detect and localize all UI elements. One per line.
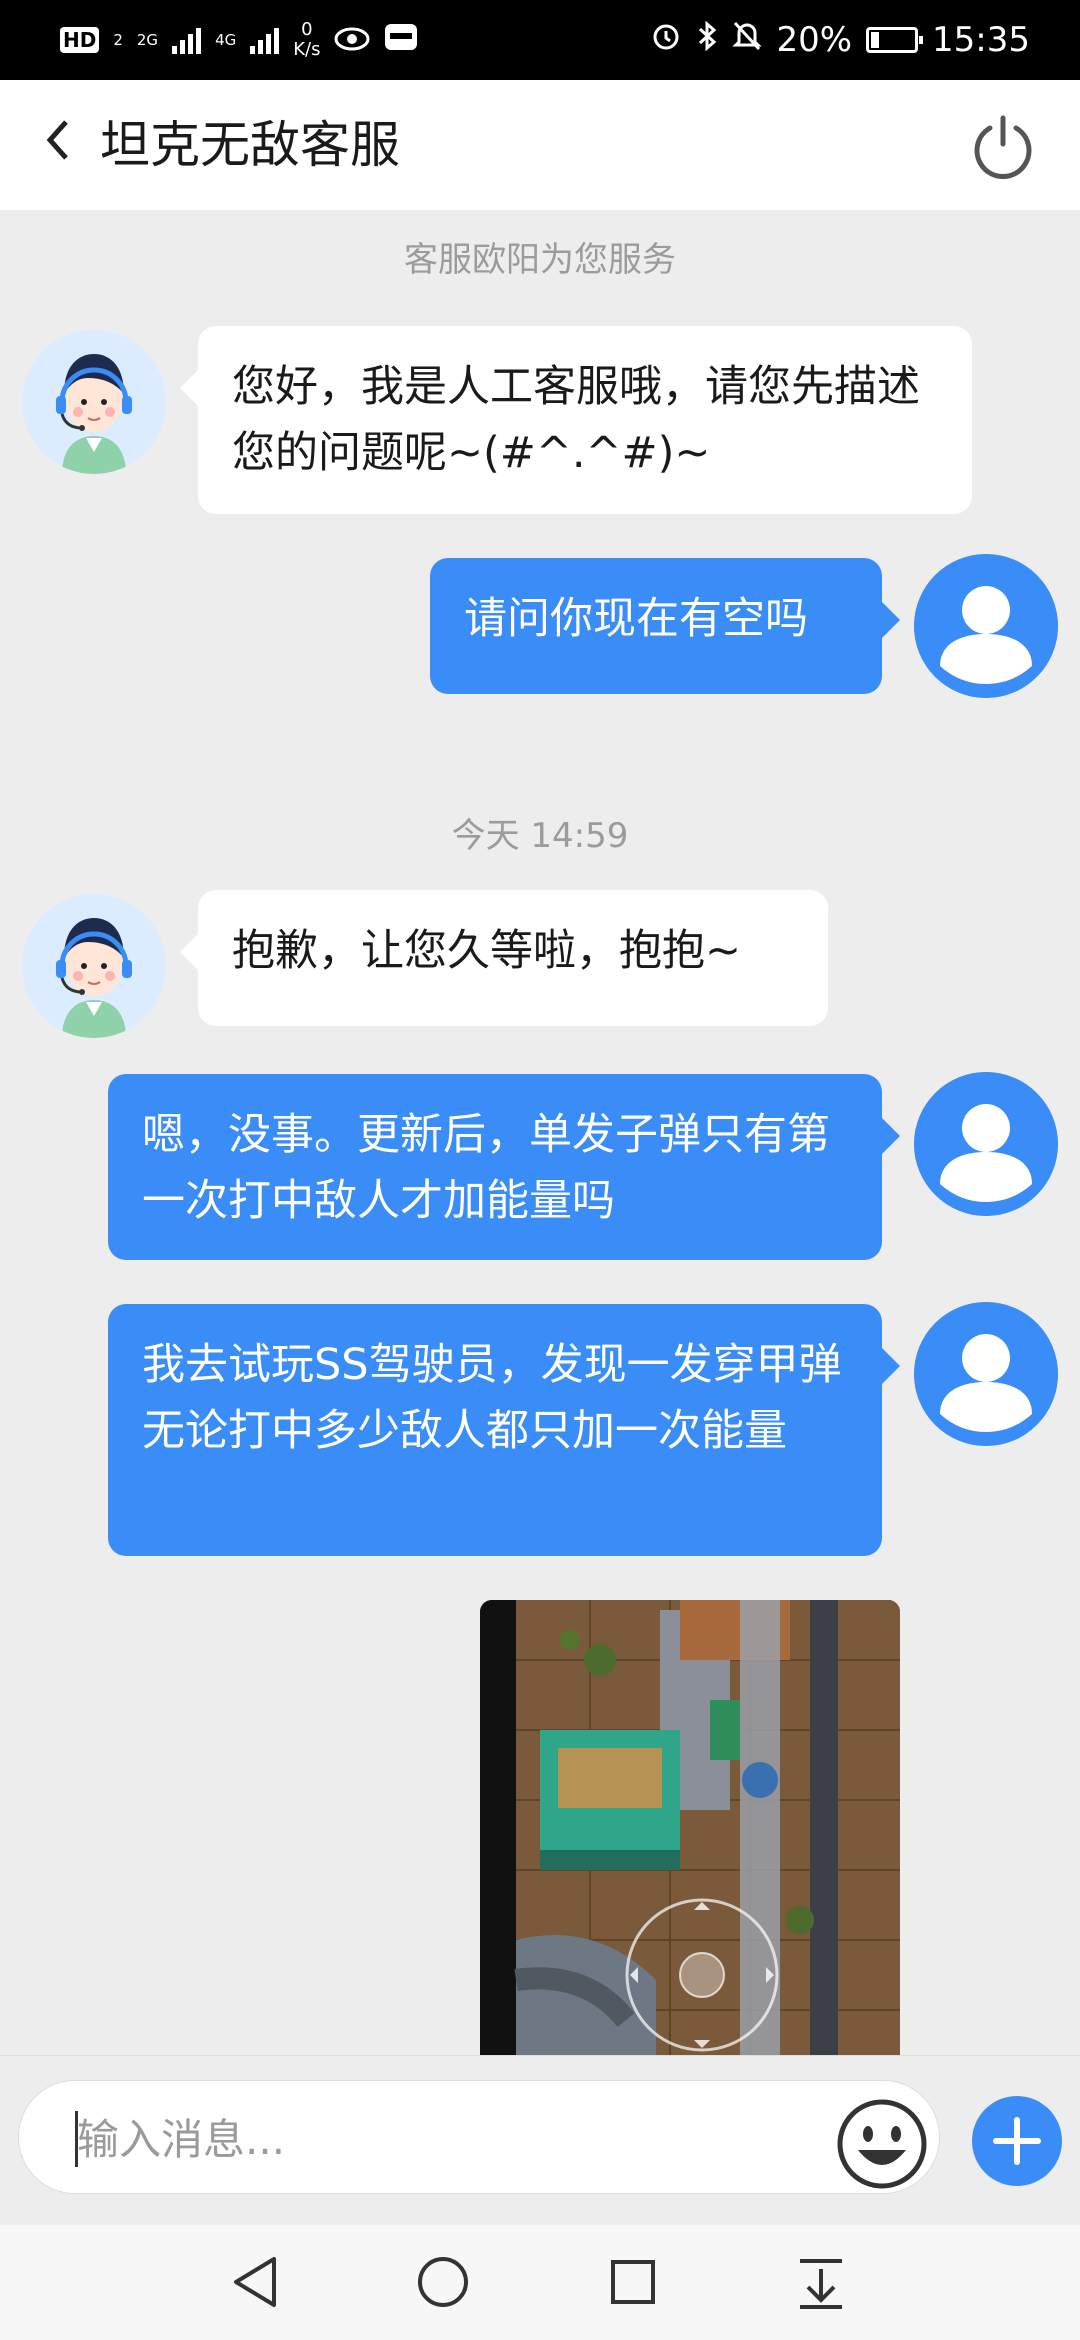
end-session-button[interactable] bbox=[968, 110, 1038, 180]
eye-icon bbox=[334, 21, 370, 59]
time-divider: 今天 14:59 bbox=[451, 816, 629, 856]
huawei-app-icon bbox=[384, 20, 418, 60]
net-speed-unit: K/s bbox=[293, 39, 321, 60]
mute-icon bbox=[732, 20, 763, 61]
user-avatar-icon bbox=[914, 1072, 1058, 1216]
user-avatar[interactable] bbox=[914, 1072, 1058, 1216]
message-bubble-user[interactable]: 嗯，没事。更新后，单发子弹只有第一次打中敌人才加能量吗 bbox=[108, 1074, 900, 1260]
net-speed: 0 K/s bbox=[293, 20, 320, 60]
alarm-icon bbox=[650, 20, 682, 61]
chat-header: 坦克无敌客服 bbox=[0, 80, 1080, 210]
agent-avatar[interactable] bbox=[22, 330, 166, 474]
triangle-back-icon bbox=[234, 2257, 276, 2307]
image-message[interactable] bbox=[480, 1600, 900, 2055]
emoji-button[interactable] bbox=[834, 2096, 930, 2192]
page-title: 坦克无敌客服 bbox=[100, 116, 400, 174]
user-avatar[interactable] bbox=[914, 1302, 1058, 1446]
user-avatar[interactable] bbox=[914, 554, 1058, 698]
signal-icon-2 bbox=[250, 26, 280, 54]
circle-home-icon bbox=[418, 2257, 468, 2307]
net-speed-value: 0 bbox=[301, 19, 313, 40]
clock: 15:35 bbox=[932, 20, 1030, 60]
bluetooth-icon bbox=[696, 20, 718, 61]
game-screenshot-image bbox=[480, 1600, 900, 2055]
agent-avatar[interactable] bbox=[22, 894, 166, 1038]
nav-home-button[interactable] bbox=[408, 2247, 478, 2317]
message-input-container[interactable] bbox=[18, 2080, 940, 2194]
hd-voice-icon: HD bbox=[60, 27, 100, 53]
nav-back-button[interactable] bbox=[222, 2247, 292, 2317]
power-icon bbox=[974, 115, 1032, 179]
battery-icon bbox=[866, 27, 924, 53]
nav-notification-button[interactable] bbox=[786, 2247, 856, 2317]
message-input[interactable] bbox=[75, 2101, 819, 2177]
chat-area[interactable]: 客服欧阳为您服务 您好，我是人工客服哦，请您先描述您的问题呢~(#^.^#)~ … bbox=[0, 210, 1080, 2055]
plus-icon bbox=[993, 2117, 1041, 2165]
back-button[interactable] bbox=[38, 110, 88, 180]
add-attachment-button[interactable] bbox=[972, 2096, 1062, 2186]
system-nav-bar bbox=[0, 2225, 1080, 2340]
message-bubble-agent[interactable]: 您好，我是人工客服哦，请您先描述您的问题呢~(#^.^#)~ bbox=[180, 326, 972, 514]
emoji-icon bbox=[837, 2099, 927, 2189]
back-chevron-icon bbox=[46, 120, 68, 160]
nav-recents-button[interactable] bbox=[598, 2247, 668, 2317]
agent-avatar-icon bbox=[22, 330, 166, 474]
status-bar: HD 2 2G 4G 0 K/s 20% 15:35 bbox=[0, 0, 1080, 80]
message-bubble-user[interactable]: 我去试玩SS驾驶员，发现一发穿甲弹无论打中多少敌人都只加一次能量 bbox=[108, 1304, 900, 1556]
user-avatar-icon bbox=[914, 1302, 1058, 1446]
user-avatar-icon bbox=[914, 554, 1058, 698]
network-type-1: 2G bbox=[136, 30, 159, 49]
pull-down-icon bbox=[800, 2259, 842, 2309]
battery-percent: 20% bbox=[776, 20, 853, 60]
message-bubble-agent[interactable]: 抱歉，让您久等啦，抱抱~ bbox=[180, 890, 828, 1026]
agent-avatar-icon bbox=[22, 894, 166, 1038]
network-type-2: 4G bbox=[215, 30, 237, 49]
square-recents-icon bbox=[611, 2260, 655, 2304]
sim1-label: 2 bbox=[113, 30, 123, 49]
signal-icon bbox=[172, 26, 202, 54]
message-bubble-user[interactable]: 请问你现在有空吗 bbox=[430, 558, 900, 694]
service-notice: 客服欧阳为您服务 bbox=[404, 240, 676, 280]
